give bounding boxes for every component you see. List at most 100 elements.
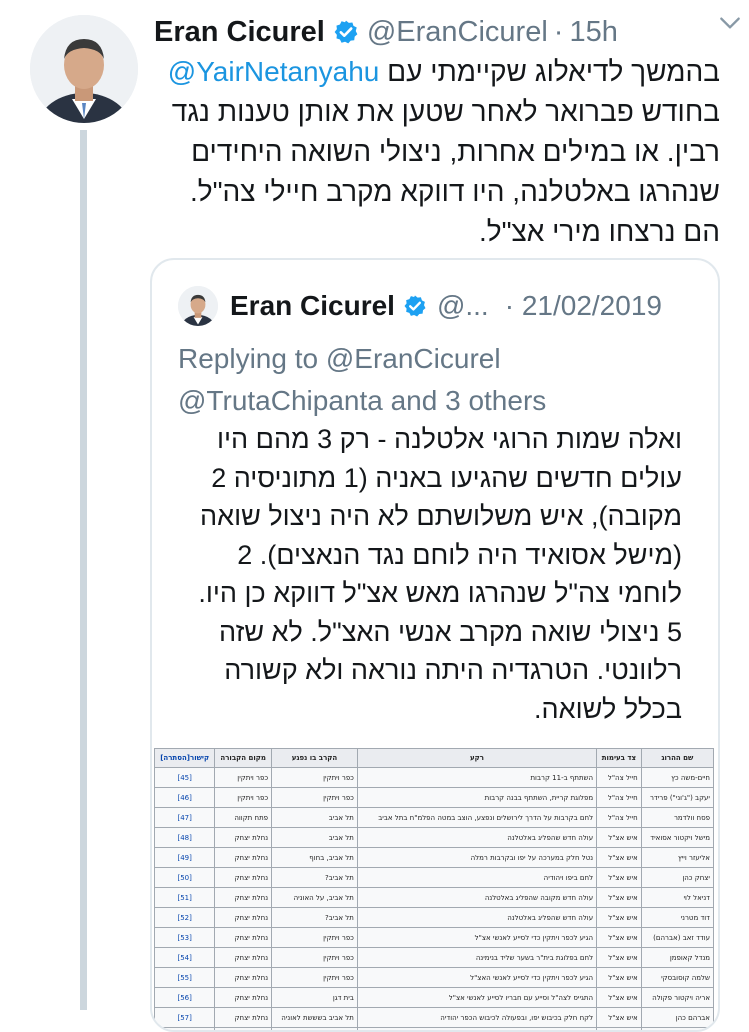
table-cell: איש אצ"ל <box>597 828 642 848</box>
table-cell: תל אביב בשששת לאוניה <box>272 1008 358 1028</box>
reference-link[interactable]: [51] <box>155 888 215 908</box>
reference-link[interactable]: [49] <box>155 848 215 868</box>
table-cell: לחם ביפו ויהודיה <box>357 868 596 888</box>
quoted-tweet-date: · 21/02/2019 <box>505 290 662 322</box>
replying-to-line-1: Replying to @EranCicurel <box>178 338 698 380</box>
table-header: שם ההרוג <box>641 749 713 768</box>
reference-link[interactable]: [45] <box>155 768 215 788</box>
quoted-author-name: Eran Cicurel <box>230 290 395 322</box>
quoted-author-avatar <box>178 286 218 326</box>
table-cell: נחלת יצחק <box>215 828 272 848</box>
table-cell: שלמה קוסובסקי <box>641 968 713 988</box>
tweet-line-4: שנהרגו באלטלנה, היו דווקא מקרב חיילי צה"… <box>154 172 720 212</box>
table-cell: איש אצ"ל <box>597 1008 642 1028</box>
thread-connector <box>80 130 87 1010</box>
table-cell: נחלת יצחק <box>215 1008 272 1028</box>
table-cell: איש אצ"ל <box>597 948 642 968</box>
table-cell: לחם ברמלה ולוד, יהודיה ויפו, הגיע לאוניה… <box>357 1028 596 1032</box>
verified-badge-icon <box>403 294 427 318</box>
table-header: מקום הקבורה <box>215 749 272 768</box>
table-cell: איש אצ"ל <box>597 1028 642 1032</box>
quoted-image-table[interactable]: שם ההרוג צד בעימות רקע הקרב בו נפגע מקום… <box>154 748 714 1032</box>
table-cell: תל אביב, בחוף <box>272 848 358 868</box>
table-row: יעקב ("ג'וני") פרידרחייל צה"למפלוגת קריי… <box>155 788 714 808</box>
table-cell: התגייס לצה"ל וסייע עם חבריו לסייע לאנשי … <box>357 988 596 1008</box>
author-avatar[interactable] <box>30 15 138 123</box>
table-cell: מפלוגת קריית, השתתף בבנה קרבות <box>357 788 596 808</box>
table-cell: איש אצ"ל <box>597 988 642 1008</box>
table-cell: לקח חלק בכיבוש יפו, ובפעולה לכיבוש הכפר … <box>357 1008 596 1028</box>
table-cell: חייל צה"ל <box>597 788 642 808</box>
table-row: אליעזר וייץאיש אצ"לנטל חלק במערכה על יפו… <box>155 848 714 868</box>
table-cell: עולה חדש שהפליג באלטלנה <box>357 828 596 848</box>
table-cell: נחלת יצחק <box>215 1028 272 1032</box>
mention-link[interactable]: @YairNetanyahu <box>168 56 380 87</box>
reference-link[interactable]: [50] <box>155 868 215 888</box>
reference-link[interactable]: [47] <box>155 808 215 828</box>
table-cell: דוד מטרני <box>641 908 713 928</box>
reference-link[interactable]: [58] <box>155 1028 215 1032</box>
table-row: מישל ויקטור אסואידאיש אצ"לעולה חדש שהפלי… <box>155 828 714 848</box>
tweet-timestamp[interactable]: 15h <box>569 16 617 49</box>
table-cell: תל אביב, על האוניה <box>272 888 358 908</box>
table-cell: בתל אביב <box>272 1028 358 1032</box>
quoted-avatar-photo <box>178 286 218 326</box>
table-header: צד בעימות <box>597 749 642 768</box>
table-cell: כפר ויתקין <box>272 768 358 788</box>
table-cell: תל אביב <box>272 828 358 848</box>
table-cell: השתתף ב-11 קרבות <box>357 768 596 788</box>
table-row: חיים-משה כץחייל צה"להשתתף ב-11 קרבותכפר … <box>155 768 714 788</box>
table-row: אריה ויקטור פקולהאיש אצ"להתגייס לצה"ל וס… <box>155 988 714 1008</box>
table-cell: הגיע לכפר ויתקין כדי לסייע לאנשי אצ"ל <box>357 928 596 948</box>
table-cell: נחלת יצחק <box>215 848 272 868</box>
reference-link[interactable]: [54] <box>155 948 215 968</box>
table-cell: כפר ויתקין <box>272 788 358 808</box>
tweet-line-1-text: בהמשך לדיאלוג שקיימתי עם <box>379 56 720 87</box>
quoted-line-4: (מישל אסואיד היה לוחם נגד הנאצים). 2 <box>172 536 682 575</box>
quoted-line-7: רלוונטי. הטרגדיה היתה נוראה ולא קשורה <box>172 651 682 690</box>
reference-link[interactable]: [52] <box>155 908 215 928</box>
quoted-line-8: בכלל לשואה. <box>172 690 682 729</box>
table-cell: איש אצ"ל <box>597 968 642 988</box>
reference-link[interactable]: [48] <box>155 828 215 848</box>
table-header: קישור[הסתרה] <box>155 749 215 768</box>
quoted-tweet-card[interactable]: Eran Cicurel @... · 21/02/2019 Replying … <box>150 258 720 1032</box>
avatar-photo <box>30 15 138 123</box>
reference-link[interactable]: [53] <box>155 928 215 948</box>
table-row: שלמה קוסובסקיאיש אצ"להגיע לכפר ויתקין כד… <box>155 968 714 988</box>
table-cell: מנדל קאופמן <box>641 948 713 968</box>
table-cell: איש אצ"ל <box>597 848 642 868</box>
table-cell: איש אצ"ל <box>597 868 642 888</box>
table-cell: לחם בקרבות על הדרך לירושלים ונפצע, הוצב … <box>357 808 596 828</box>
table-cell: כפר ויתקין <box>272 968 358 988</box>
reference-link[interactable]: [46] <box>155 788 215 808</box>
table-cell: תל אביב? <box>272 908 358 928</box>
table-header: רקע <box>357 749 596 768</box>
table-row: עודד זאב (אברהם)איש אצ"להגיע לכפר ויתקין… <box>155 928 714 948</box>
tweet-line-5: הם נרצחו מירי אצ"ל. <box>154 212 720 252</box>
reference-link[interactable]: [56] <box>155 988 215 1008</box>
table-cell: נחלת יצחק <box>215 888 272 908</box>
author-handle[interactable]: @EranCicurel <box>367 16 548 49</box>
table-cell: לחם בפלוגת בית"ר בשער שליד בנימינה <box>357 948 596 968</box>
table-cell: איש אצ"ל <box>597 888 642 908</box>
verified-badge-icon <box>333 19 359 45</box>
table-row: דוד מטרניאיש אצ"לעולה חדש שהפליג באלטלנה… <box>155 908 714 928</box>
table-header-row: שם ההרוג צד בעימות רקע הקרב בו נפגע מקום… <box>155 749 714 768</box>
table-header: הקרב בו נפגע <box>272 749 358 768</box>
table-row: אברהם כהןאיש אצ"ללקח חלק בכיבוש יפו, ובפ… <box>155 1008 714 1028</box>
table-cell: כפר ויתקין <box>272 948 358 968</box>
quoted-author-handle: @... <box>437 290 489 322</box>
reference-link[interactable]: [55] <box>155 968 215 988</box>
author-name[interactable]: Eran Cicurel <box>154 16 325 49</box>
table-cell: איש אצ"ל <box>597 928 642 948</box>
table-cell: עולה חדש שהפליג באלטלנה <box>357 908 596 928</box>
quoted-line-5: לוחמי צה"ל שנהרגו מאש אצ"ל דווקא כן היו. <box>172 574 682 613</box>
table-cell: הגיע לכפר ויתקין כדי לסייע לאנשי האצ"ל <box>357 968 596 988</box>
reference-link[interactable]: [57] <box>155 1008 215 1028</box>
table-row: יצחק כהןאיש אצ"ללחם ביפו ויהודיהתל אביב?… <box>155 868 714 888</box>
table-cell: בית דגן <box>272 988 358 1008</box>
table-cell: פסח וולדמר <box>641 808 713 828</box>
tweet-line-2: בחודש פברואר לאחר שטען את אותן טענות נגד <box>154 92 720 132</box>
chevron-down-icon[interactable] <box>717 10 743 36</box>
